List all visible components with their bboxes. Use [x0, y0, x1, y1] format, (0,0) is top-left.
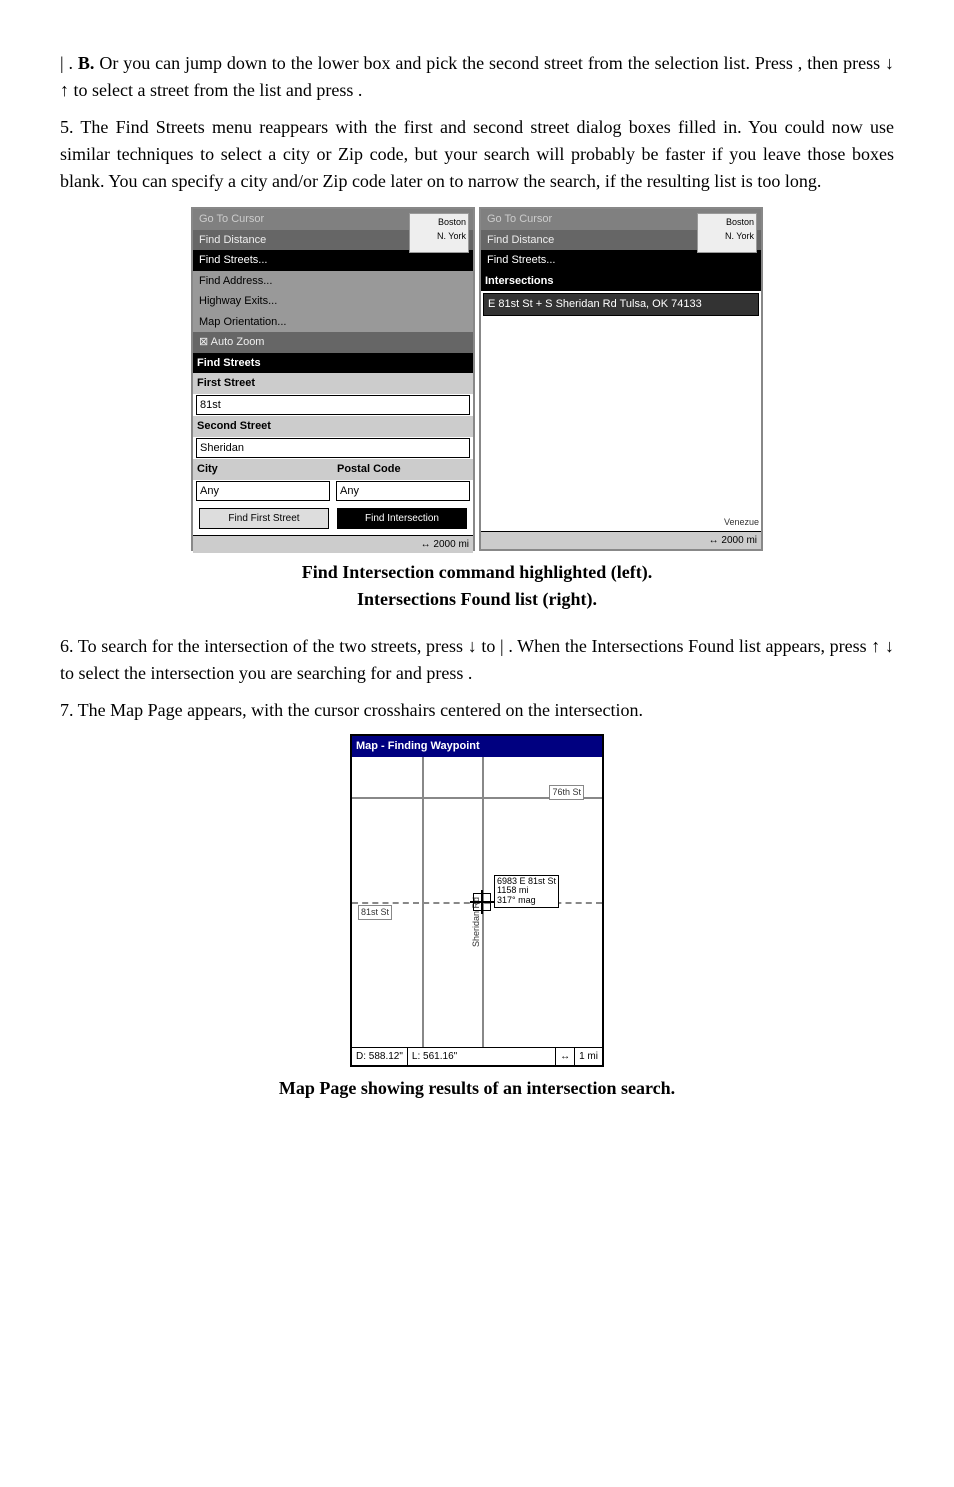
menu-find-streets-r[interactable]: Find Streets...: [481, 250, 761, 271]
label-81st: 81st St: [358, 905, 392, 921]
intersection-result-row[interactable]: E 81st St + S Sheridan Rd Tulsa, OK 7413…: [483, 293, 759, 316]
mini-map-city2-r: N. York: [700, 230, 754, 244]
scale-bar-left: ↔ 2000 mi: [193, 535, 473, 553]
map-status-bar: D: 588.12" L: 561.16" ↔ 1 mi: [352, 1047, 602, 1065]
status-d: D: 588.12": [352, 1048, 408, 1065]
para1-rest: Or you can jump down to the lower box an…: [60, 53, 894, 100]
label-76th: 76th St: [549, 785, 584, 801]
postal-label: Postal Code: [333, 459, 473, 480]
figure-1-row: Boston N. York Go To Cursor Find Distanc…: [60, 207, 894, 551]
left-panel: Boston N. York Go To Cursor Find Distanc…: [191, 207, 475, 551]
menu-map-orientation[interactable]: Map Orientation...: [193, 312, 473, 333]
map-page-title: Map - Finding Waypoint: [352, 736, 602, 757]
para1-prefix: | .: [60, 53, 78, 73]
label-venez-right: Venezue: [724, 516, 759, 530]
status-arrow-icon: ↔: [556, 1048, 575, 1065]
paragraph-3: 6. To search for the intersection of the…: [60, 633, 894, 687]
caption-1b: Intersections Found list (right).: [357, 589, 597, 609]
find-first-street-button[interactable]: Find First Street: [199, 508, 329, 529]
find-streets-header: Find Streets: [193, 353, 473, 374]
menu-find-address[interactable]: Find Address...: [193, 271, 473, 292]
cursor-info-box: 6983 E 81st St 1158 mi 317° mag: [494, 875, 559, 909]
city-label: City: [193, 459, 333, 480]
para1-bold: B.: [78, 53, 95, 73]
mini-map-right: Boston N. York: [697, 213, 757, 253]
status-l: L: 561.16": [408, 1048, 556, 1065]
mini-map-city2: N. York: [412, 230, 466, 244]
caption-2: Map Page showing results of an intersect…: [60, 1075, 894, 1102]
second-street-input[interactable]: Sheridan: [196, 438, 470, 459]
map-bg-right: Venezue: [481, 318, 761, 532]
map-canvas: 76th St 81st St Sheridan Rd 6983 E 81st …: [352, 757, 602, 1047]
postal-input[interactable]: Any: [336, 481, 470, 502]
intersections-header: Intersections: [481, 271, 761, 292]
paragraph-2: 5. The Find Streets menu reappears with …: [60, 114, 894, 195]
info-bearing: 317° mag: [497, 896, 556, 906]
first-street-input[interactable]: 81st: [196, 395, 470, 416]
paragraph-4: 7. The Map Page appears, with the cursor…: [60, 697, 894, 724]
mini-map-city1: Boston: [412, 216, 466, 230]
second-street-label: Second Street: [193, 416, 473, 437]
status-scale: 1 mi: [575, 1048, 602, 1065]
right-panel: Boston N. York Go To Cursor Find Distanc…: [479, 207, 763, 551]
mini-map-city1-r: Boston: [700, 216, 754, 230]
caption-1: Find Intersection command highlighted (l…: [60, 559, 894, 613]
mini-map-left: Boston N. York: [409, 213, 469, 253]
first-street-label: First Street: [193, 373, 473, 394]
caption-1a: Find Intersection command highlighted (l…: [302, 562, 653, 582]
find-intersection-button[interactable]: Find Intersection: [337, 508, 467, 529]
menu-find-streets[interactable]: Find Streets...: [193, 250, 473, 271]
paragraph-1: | . B. Or you can jump down to the lower…: [60, 50, 894, 104]
city-input[interactable]: Any: [196, 481, 330, 502]
map-page-figure: Map - Finding Waypoint 76th St 81st St S…: [350, 734, 604, 1067]
menu-auto-zoom[interactable]: ⊠ Auto Zoom: [193, 332, 473, 353]
menu-highway-exits[interactable]: Highway Exits...: [193, 291, 473, 312]
scale-bar-right: ↔ 2000 mi: [481, 531, 761, 549]
crosshair-icon: [473, 893, 491, 911]
